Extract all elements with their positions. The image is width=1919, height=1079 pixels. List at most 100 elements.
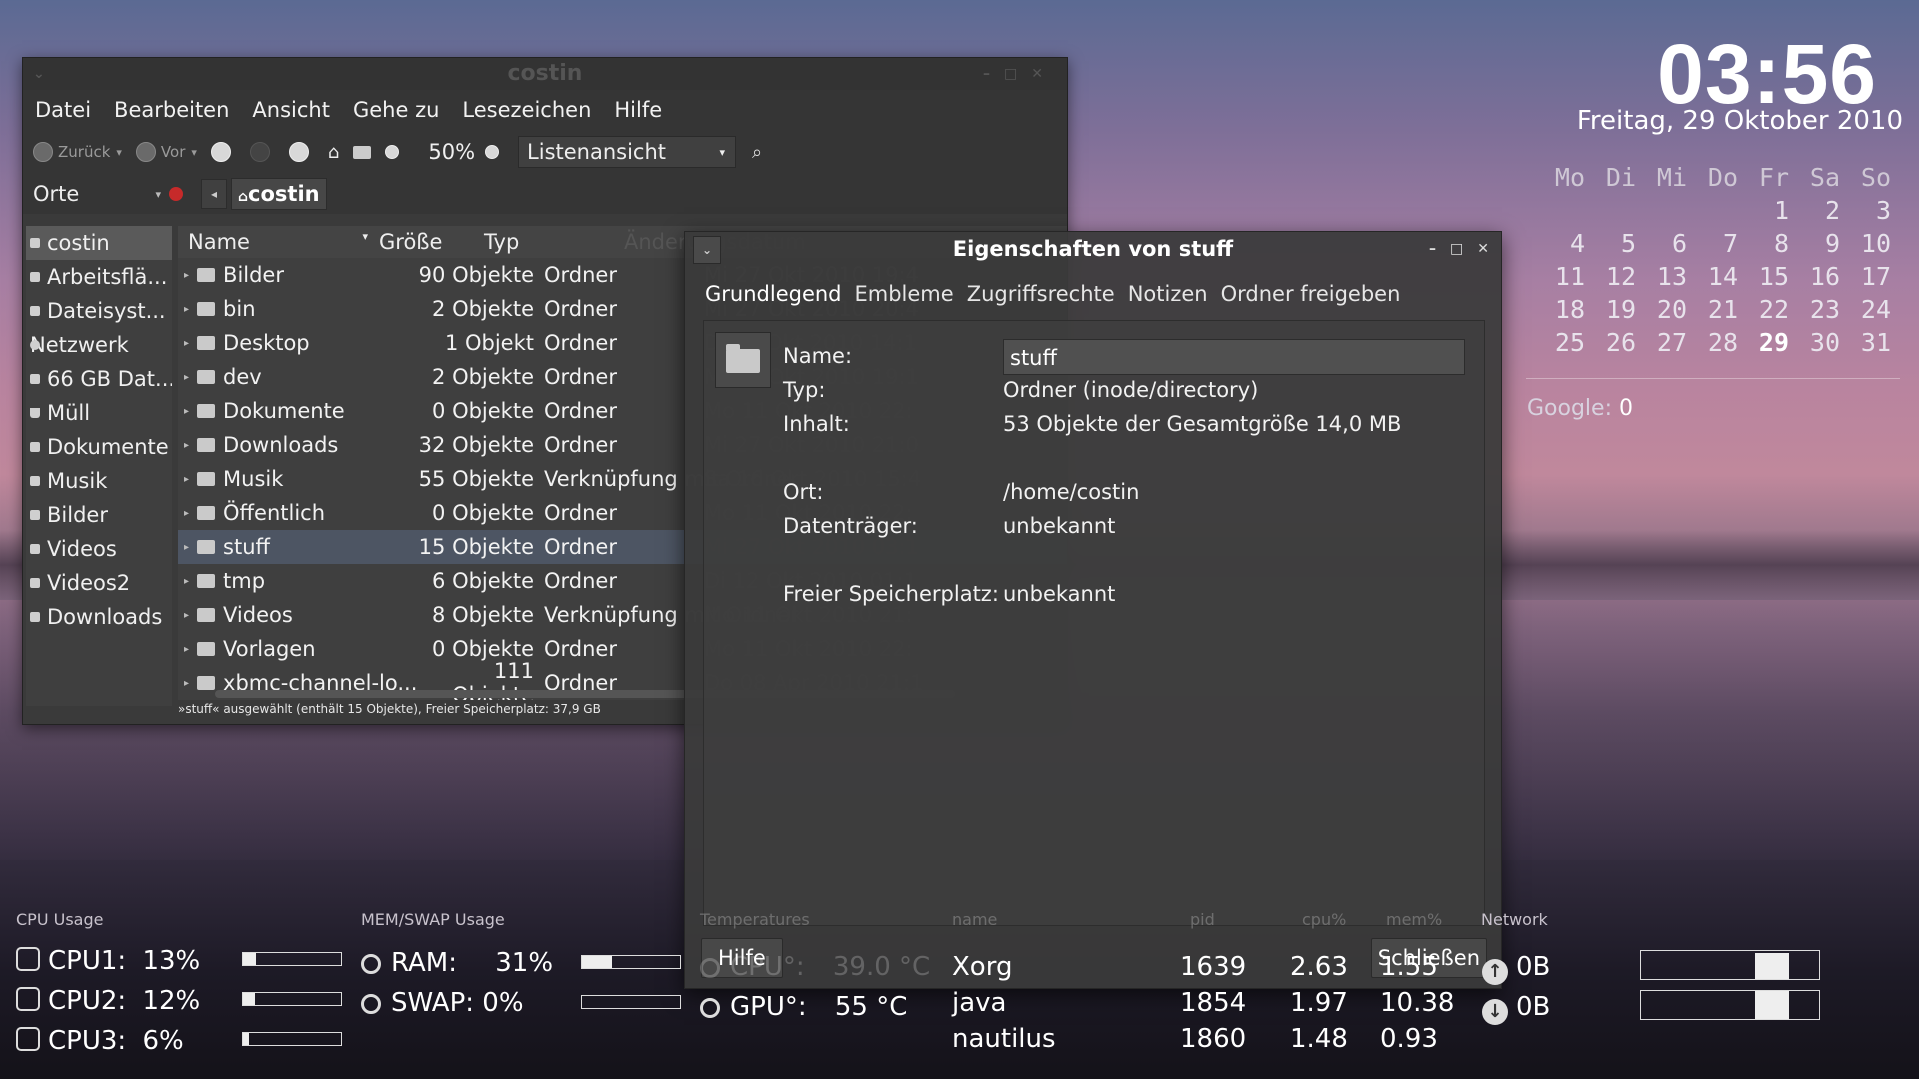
path-current-button[interactable]: ⌂costin [231,178,327,210]
forward-button[interactable]: Vor ▾ [135,142,197,162]
folder-icon[interactable] [715,332,771,388]
calendar-day [1636,196,1687,229]
folder-icon [30,476,40,486]
sidebar-item-label: Downloads [47,605,163,629]
expander-icon[interactable]: ▸ [184,644,189,655]
file-name: Downloads [223,433,339,457]
expander-icon[interactable]: ▸ [184,372,189,383]
back-button[interactable]: Zurück ▾ [33,142,122,162]
forward-arrow-icon [135,142,156,162]
gpu-temp-readout: GPU°: 55 °C [700,992,907,1022]
cpu-icon [16,987,40,1011]
status-bar: »stuff« ausgewählt (enthält 15 Objekte),… [178,702,601,716]
maximize-icon[interactable]: □ [1450,241,1463,257]
minimize-icon[interactable]: – [1429,241,1436,257]
sidebar-item[interactable]: Musik [26,464,172,498]
name-input[interactable]: stuff [1003,339,1465,375]
file-name-cell: ▸ Öffentlich [178,501,418,525]
file-type: Ordner [544,365,617,389]
close-sidebar-icon[interactable] [169,187,183,201]
tab-ordner-freigeben[interactable]: Ordner freigeben [1221,282,1401,306]
maximize-icon[interactable]: □ [1004,66,1031,82]
up-button[interactable] [210,142,236,162]
proc-header-mem: mem% [1386,910,1443,929]
contents-label: Inhalt: [783,412,850,436]
sidebar-item[interactable]: Videos [26,532,172,566]
tab-notizen[interactable]: Notizen [1128,282,1208,306]
menu-datei[interactable]: Datei [35,98,91,122]
cpu1-readout: CPU1: 13% [16,946,200,976]
type-label: Typ: [783,378,826,402]
expander-icon[interactable]: ▸ [184,338,189,349]
dialog-menu-icon[interactable]: ⌄ [693,236,721,264]
location-bar: Orte ▾ ◂ ⌂costin [23,174,1067,214]
calendar-week: 4 5 6 7 8 9 10 [1534,229,1894,262]
expander-icon[interactable]: ▸ [184,406,189,417]
calendar-day: 22 [1758,295,1789,324]
menu-ansicht[interactable]: Ansicht [252,98,330,122]
file-type: Ordner [544,637,617,661]
calendar-day: 27 [1656,328,1687,357]
close-icon[interactable]: ✕ [1031,66,1057,82]
column-name[interactable]: Name ▾ [178,230,374,254]
file-type: Verknüpfung mit Ordner [540,467,799,491]
expander-icon[interactable]: ▸ [184,304,189,315]
dialog-titlebar[interactable]: ⌄ Eigenschaften von stuff – □ ✕ [685,232,1501,266]
view-mode-select[interactable]: Listenansicht ▾ [518,136,737,168]
cpu2-readout: CPU2: 12% [16,986,200,1016]
sidebar-item[interactable]: 66 GB Dat... [26,362,172,396]
sidebar-item[interactable]: costin [26,226,172,260]
window-menu-icon[interactable]: ⌄ [33,58,45,90]
places-select[interactable]: Orte ▾ [33,182,183,206]
file-name-cell: ▸ Desktop [178,331,418,355]
expander-icon[interactable]: ▸ [184,542,189,553]
expander-icon[interactable]: ▸ [184,440,189,451]
sidebar-item[interactable]: Müll [26,396,172,430]
calendar-week: 18 19 20 21 22 23 24 [1534,295,1894,328]
contents-value: 53 Objekte der Gesamtgröße 14,0 MB [1003,412,1402,436]
sidebar-item[interactable]: Bilder [26,498,172,532]
menu-bearbeiten[interactable]: Bearbeiten [114,98,229,122]
expander-icon[interactable]: ▸ [184,576,189,587]
window-titlebar[interactable]: ⌄ costin –□✕ [23,58,1067,90]
sidebar-item[interactable]: Dateisyst... [26,294,172,328]
expander-icon[interactable]: ▸ [184,508,189,519]
stop-button[interactable] [249,142,275,162]
expander-icon[interactable]: ▸ [184,678,189,689]
chevron-down-icon: ▾ [155,187,161,201]
back-label: Zurück [58,143,111,161]
computer-button[interactable] [353,145,372,159]
tab-embleme[interactable]: Embleme [855,282,954,306]
file-type: Ordner [544,569,617,593]
expander-icon[interactable]: ▸ [184,610,189,621]
minimize-icon[interactable]: – [983,66,1004,82]
zoom-in-button[interactable] [485,145,504,159]
tab-panel [703,320,1485,926]
file-name-cell: ▸ tmp [178,569,418,593]
menu-hilfe[interactable]: Hilfe [614,98,662,122]
search-button[interactable]: ⌕ [752,142,762,163]
home-button[interactable]: ⌂ [328,142,339,163]
expander-icon[interactable]: ▸ [184,270,189,281]
column-type[interactable]: Typ [479,230,619,254]
column-size[interactable]: Größe [374,230,479,254]
weekday: Mo [1554,163,1585,192]
expander-icon[interactable]: ▸ [184,474,189,485]
sidebar-item[interactable]: Dokumente [26,430,172,464]
close-icon[interactable]: ✕ [1477,241,1489,257]
sidebar-item[interactable]: Arbeitsflä... [26,260,172,294]
zoom-out-button[interactable] [385,145,404,159]
calendar-day: 28 [1707,328,1738,357]
file-size: 15 Objekte [418,535,534,559]
sidebar-item[interactable]: Netzwerk [26,328,172,362]
weekday: Sa [1809,163,1840,192]
sidebar-item[interactable]: Videos2 [26,566,172,600]
process-mem: 1.55 [1380,952,1438,982]
path-back-button[interactable]: ◂ [201,179,227,209]
menu-lesezeichen[interactable]: Lesezeichen [462,98,591,122]
reload-button[interactable] [288,142,314,162]
sidebar-item[interactable]: Downloads [26,600,172,634]
tab-grundlegend[interactable]: Grundlegend [705,282,842,306]
menu-gehe-zu[interactable]: Gehe zu [353,98,439,122]
tab-zugriffsrechte[interactable]: Zugriffsrechte [967,282,1115,306]
